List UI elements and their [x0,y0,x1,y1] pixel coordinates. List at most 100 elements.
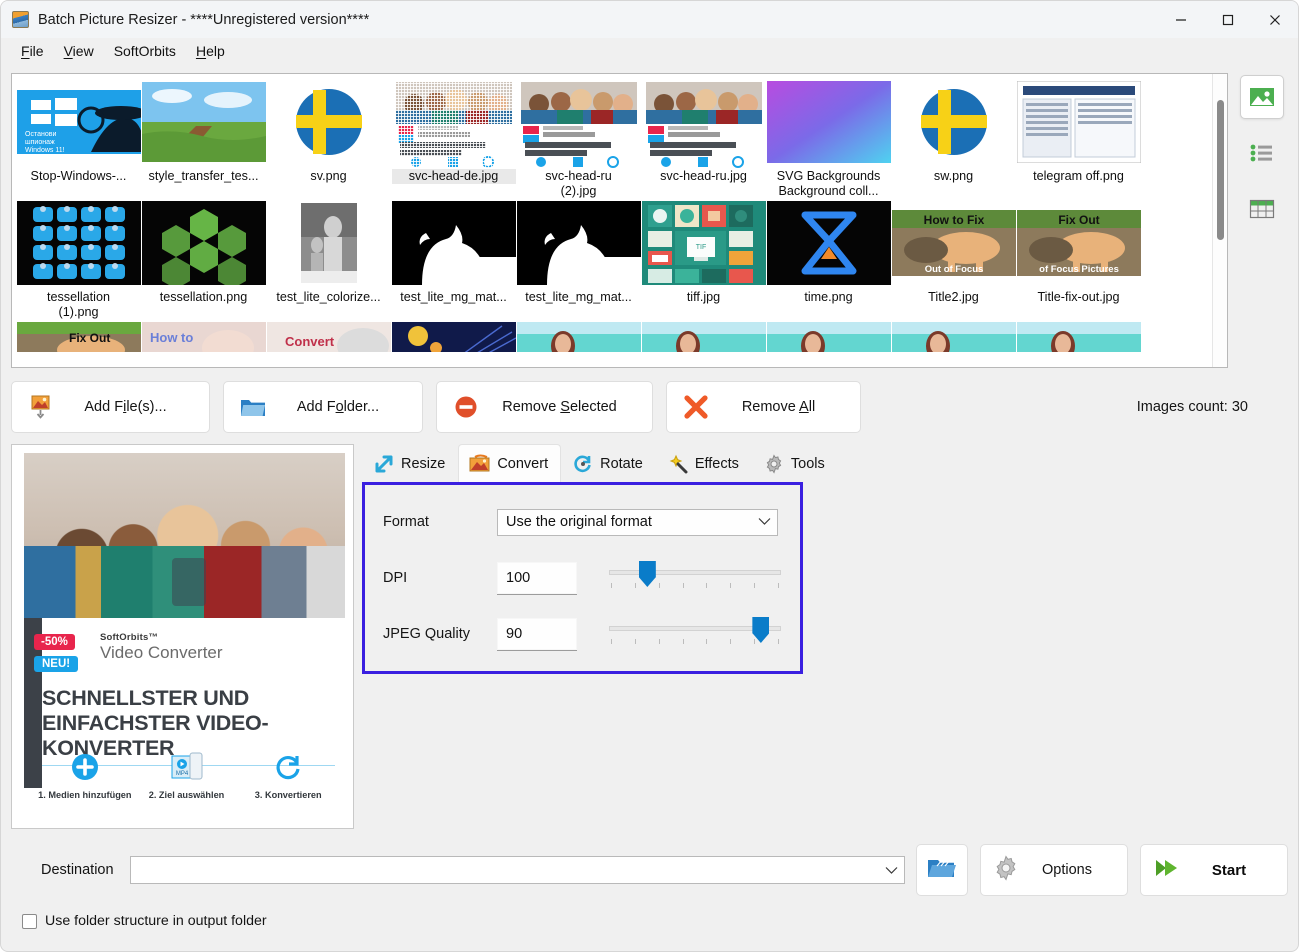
thumbnail-item[interactable]: Fix Out of Focus Pictures Title-fix-out.j… [1016,201,1141,320]
thumbnail-item[interactable]: SVG Backgrounds Background coll... [766,80,891,199]
app-icon [12,11,29,28]
start-button[interactable]: Start [1140,844,1288,896]
thumbnail-item[interactable]: How to [141,322,266,352]
maximize-button[interactable] [1204,1,1251,38]
format-select[interactable]: Use the original format [497,508,778,536]
svg-text:шпионаж: шпионаж [25,139,55,146]
format-value: Use the original format [506,514,652,530]
selected-image-preview[interactable]: -50% NEU! SoftOrbits™ Video Converter SC… [11,444,354,829]
menu-file[interactable]: File [11,41,54,61]
list-view-button[interactable] [1240,131,1284,175]
thumbnail-item[interactable] [641,322,766,352]
thumbnail-item[interactable]: sw.png [891,80,1016,199]
thumbnail-pane[interactable]: Останови шпионаж Windows 11! Stop-Windows… [11,73,1228,368]
close-button[interactable] [1251,1,1298,38]
thumbnail-image-wrap: TIF [641,201,766,289]
thumbnail-item[interactable]: tessellation (1).png [16,201,141,320]
svg-text:MP4: MP4 [175,771,188,777]
thumbnail-image [516,201,641,289]
thumbnail-item[interactable]: How to Fix Out of Focus Title2.jpg [891,201,1016,320]
ad-step-1-label: 1. Medien hinzufügen [38,790,132,800]
tab-convert[interactable]: Convert [458,444,562,482]
tab-rotate-label: Rotate [600,455,643,472]
thumbnail-image [766,80,891,168]
thumbnail-image [266,201,391,289]
start-label: Start [1211,861,1247,879]
tab-tools[interactable]: Tools [752,444,838,482]
thumbnail-image [16,201,141,289]
svg-text:Останови: Останови [25,131,56,138]
thumbnail-item[interactable] [1016,322,1141,352]
jpeg-quality-input[interactable]: 90 [497,617,577,651]
thumbnail-image-wrap [891,322,1016,352]
browse-destination-button[interactable] [916,844,968,896]
thumbnail-item[interactable]: test_lite_mg_mat... [516,201,641,320]
thumbnail-image [641,322,766,352]
thumbnail-item[interactable]: svc-head-de.jpg [391,80,516,199]
remove-selected-button[interactable]: Remove Selected [436,381,653,433]
thumbnail-item[interactable]: style_transfer_tes... [141,80,266,199]
thumbnail-label: style_transfer_tes... [148,169,259,183]
jpeg-quality-slider[interactable] [609,617,781,651]
ad-steps: 1. Medien hinzufügen MP4 2. Ziel auswähl… [34,750,339,800]
thumbnail-image-wrap [267,80,391,168]
thumbnail-item[interactable]: Convert [266,322,391,352]
thumbnail-image [1016,322,1141,352]
menu-softorbits[interactable]: SoftOrbits [104,41,186,61]
thumbnail-label: Title-fix-out.jpg [1037,290,1120,304]
destination-input[interactable] [129,856,905,884]
vertical-scrollbar[interactable] [1212,74,1227,367]
chevron-down-icon[interactable] [885,862,898,878]
svg-text:Fix Out: Fix Out [1058,213,1099,227]
thumbnail-item[interactable]: svc-head-ru (2).jpg [516,80,641,199]
remove-all-button[interactable]: Remove All [666,381,861,433]
svg-text:How to: How to [150,330,193,345]
dpi-input[interactable]: 100 [497,561,577,595]
tab-panel: Format Use the original format DPI 100 J… [362,482,1288,829]
tab-effects[interactable]: Effects [656,444,752,482]
menu-view[interactable]: View [54,41,104,61]
dpi-label: DPI [383,570,408,586]
thumbnail-item[interactable]: svc-head-ru.jpg [641,80,766,199]
thumbnail-item[interactable]: test_lite_mg_mat... [391,201,516,320]
thumbnail-item[interactable] [391,322,516,352]
thumbnail-item[interactable]: Fix Out [16,322,141,352]
thumbnails-view-button[interactable] [1240,75,1284,119]
add-files-button[interactable]: Add File(s)... [11,381,210,433]
thumbnail-item[interactable]: TIF tiff.jpg [641,201,766,320]
thumbnail-item[interactable]: telegram off.png [1016,80,1141,199]
folder-icon [238,397,268,418]
thumbnail-item[interactable] [891,322,1016,352]
details-view-button[interactable] [1240,187,1284,231]
thumbnail-item[interactable]: sv.png [266,80,391,199]
ad-brand-label: SoftOrbits™ [100,632,159,643]
scrollbar-thumb[interactable] [1217,100,1224,240]
green-arrows-icon [1153,856,1183,885]
use-folder-structure-checkbox[interactable] [22,913,37,929]
convert-settings-panel: Format Use the original format DPI 100 J… [362,482,803,674]
menu-help-label-rest: elp [206,43,225,59]
thumbnail-item[interactable]: tessellation.png [141,201,266,320]
thumbnail-image [641,80,766,168]
list-view-icon [1250,144,1272,162]
ad-photo [24,453,345,618]
thumbnail-image: Останови шпионаж Windows 11! [16,89,141,159]
ad-product-label: Video Converter [100,643,223,662]
tab-resize[interactable]: Resize [362,444,458,482]
ad-step-2: MP4 2. Ziel auswählen [136,750,238,800]
thumbnail-item[interactable]: Останови шпионаж Windows 11! Stop-Windows… [16,80,141,199]
thumbnail-label: svc-head-de.jpg [391,169,516,184]
thumbnail-image-wrap: Convert [266,322,391,352]
options-button[interactable]: Options [980,844,1128,896]
thumbnail-image: How to [141,322,266,352]
thumbnail-item[interactable] [516,322,641,352]
thumbnail-item[interactable]: test_lite_colorize... [266,201,391,320]
thumbnail-item[interactable]: time.png [766,201,891,320]
thumbnail-image-wrap [766,322,891,352]
add-folder-button[interactable]: Add Folder... [223,381,423,433]
dpi-slider[interactable] [609,561,781,595]
tab-rotate[interactable]: Rotate [561,444,656,482]
thumbnail-item[interactable] [766,322,891,352]
minimize-button[interactable] [1157,1,1204,38]
menu-help[interactable]: Help [186,41,235,61]
